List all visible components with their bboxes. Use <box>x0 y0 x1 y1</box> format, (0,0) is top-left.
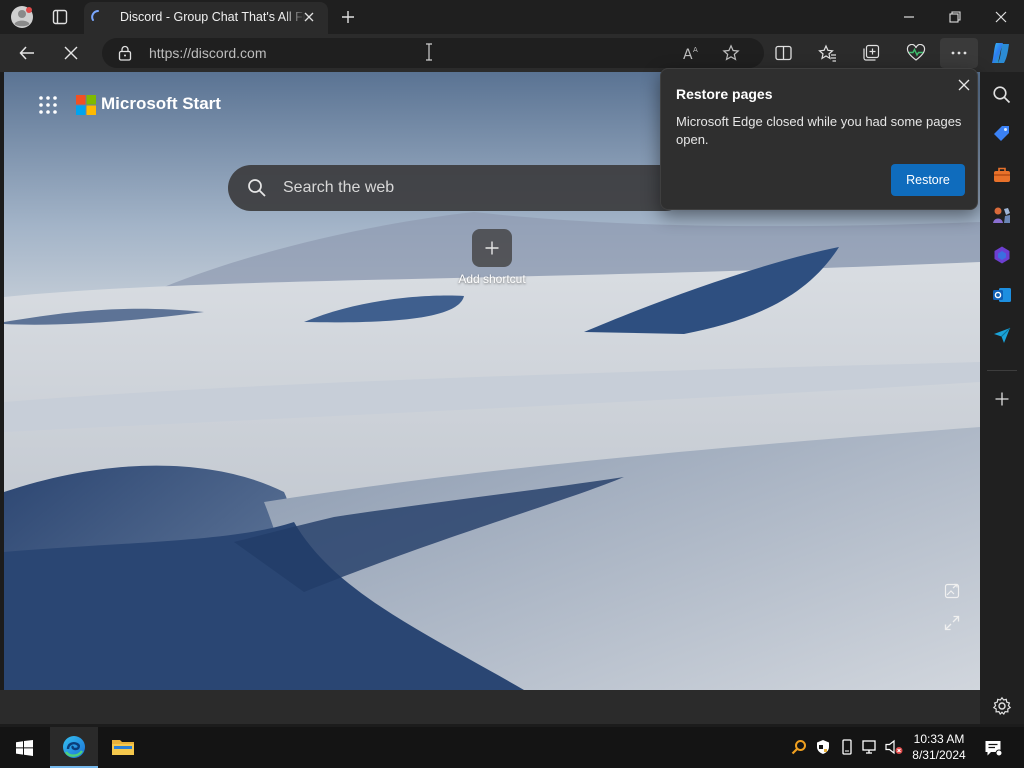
start-icon[interactable] <box>16 740 33 756</box>
apps-launcher-icon[interactable] <box>38 95 58 115</box>
svg-text:A: A <box>683 47 693 61</box>
clock-date: 8/31/2024 <box>912 748 966 762</box>
volume-muted-icon[interactable] <box>885 739 903 755</box>
notifications-icon[interactable] <box>984 739 1002 757</box>
security-tray-icon[interactable] <box>815 739 831 755</box>
games-icon[interactable] <box>992 205 1012 225</box>
network-tray-icon[interactable] <box>862 739 880 755</box>
drop-icon[interactable] <box>992 325 1012 345</box>
text-cursor-icon <box>424 42 434 62</box>
search-placeholder[interactable]: Search the web <box>283 179 394 197</box>
close-icon[interactable] <box>958 79 970 91</box>
popup-title: Restore pages <box>676 86 773 102</box>
favorite-icon[interactable] <box>722 44 740 62</box>
taskbar-edge-button[interactable] <box>50 727 98 768</box>
restore-window-button[interactable] <box>932 0 978 34</box>
web-search-box[interactable]: Search the web <box>228 165 688 211</box>
add-shortcut-label[interactable]: Add shortcut <box>442 272 542 286</box>
tab-title: Discord - Group Chat That's All Fun & Ga… <box>120 10 306 24</box>
minimize-button[interactable] <box>886 0 932 34</box>
collections-icon[interactable] <box>862 44 880 62</box>
tab-actions-icon[interactable] <box>47 5 73 29</box>
search-icon <box>247 178 267 198</box>
popup-message: Microsoft Edge closed while you had some… <box>676 114 962 147</box>
stop-icon[interactable] <box>63 45 79 61</box>
more-button[interactable] <box>940 38 978 68</box>
copilot-icon[interactable] <box>988 40 1014 66</box>
tools-icon[interactable] <box>992 165 1012 185</box>
restore-button[interactable]: Restore <box>891 164 965 196</box>
loading-spinner-icon <box>90 9 106 25</box>
address-bar[interactable]: https://discord.com AA <box>102 38 764 68</box>
sidebar-divider <box>987 370 1017 371</box>
active-tab[interactable]: Discord - Group Chat That's All Fun & Ga… <box>84 2 328 34</box>
close-window-button[interactable] <box>978 0 1024 34</box>
svg-text:A: A <box>693 46 698 54</box>
close-tab-icon[interactable] <box>303 11 315 23</box>
office-icon[interactable] <box>992 245 1012 265</box>
add-icon[interactable] <box>994 391 1010 407</box>
lock-icon[interactable] <box>118 45 132 61</box>
browser-essentials-icon[interactable] <box>906 44 926 62</box>
image-info-icon[interactable] <box>944 583 960 599</box>
search-tray-icon[interactable] <box>791 739 807 755</box>
device-tray-icon[interactable] <box>841 739 853 755</box>
more-icon <box>951 51 967 55</box>
new-tab-icon[interactable] <box>335 5 361 29</box>
expand-icon[interactable] <box>944 615 960 631</box>
search-icon[interactable] <box>992 85 1012 105</box>
system-clock[interactable]: 10:33 AM 8/31/2024 <box>908 731 970 763</box>
clock-time: 10:33 AM <box>913 732 965 746</box>
url-text[interactable]: https://discord.com <box>149 45 267 61</box>
edge-sidebar <box>980 72 1024 724</box>
profile-icon[interactable] <box>9 5 35 29</box>
settings-icon[interactable] <box>992 696 1012 716</box>
back-icon[interactable] <box>18 44 36 62</box>
add-icon <box>485 241 499 255</box>
navigation-toolbar: https://discord.com AA <box>0 34 1024 72</box>
outlook-icon[interactable] <box>992 285 1012 305</box>
microsoft-logo-icon[interactable] <box>76 95 96 115</box>
split-screen-icon[interactable] <box>775 45 792 61</box>
edge-icon <box>62 735 86 759</box>
file-explorer-icon[interactable] <box>111 737 135 757</box>
add-shortcut-button[interactable] <box>472 229 512 267</box>
read-aloud-icon[interactable]: AA <box>682 45 700 61</box>
title-bar: Discord - Group Chat That's All Fun & Ga… <box>0 0 1024 34</box>
brand-name[interactable]: Microsoft Start <box>101 94 221 114</box>
restore-pages-popup: Restore pages Microsoft Edge closed whil… <box>660 68 978 210</box>
page-bottom-strip <box>0 690 980 724</box>
favorites-icon[interactable] <box>818 44 837 62</box>
shopping-icon[interactable] <box>992 124 1012 144</box>
windows-taskbar: 10:33 AM 8/31/2024 <box>0 727 1024 768</box>
